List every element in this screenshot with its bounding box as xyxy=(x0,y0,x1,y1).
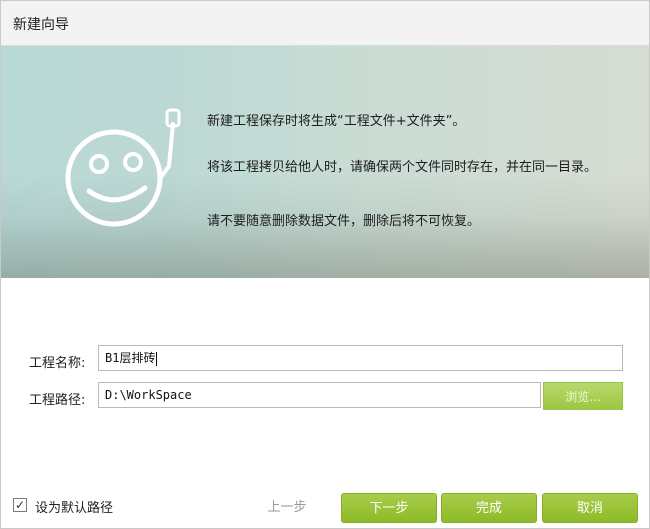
default-path-checkbox[interactable]: ✓ xyxy=(13,498,27,512)
new-project-wizard-dialog: 新建向导 新建工程保存时将生成“工程文件+文件夹”。 将该工程拷贝给他人时，请确… xyxy=(0,0,650,529)
title-bar: 新建向导 xyxy=(1,1,649,46)
tip-line: 将该工程拷贝给他人时，请确保两个文件同时存在，并在同一目录。 xyxy=(207,160,598,175)
window-title: 新建向导 xyxy=(13,17,69,33)
tip-line: 新建工程保存时将生成“工程文件+文件夹”。 xyxy=(207,114,466,129)
default-path-label: 设为默认路径 xyxy=(35,501,114,516)
project-path-label: 工程路径: xyxy=(29,393,86,408)
text-caret xyxy=(156,351,158,366)
finish-button[interactable]: 完成 xyxy=(441,493,537,523)
tip-line: 请不要随意删除数据文件，删除后将不可恢复。 xyxy=(207,214,481,229)
info-banner: 新建工程保存时将生成“工程文件+文件夹”。 将该工程拷贝给他人时，请确保两个文件… xyxy=(1,46,649,278)
smiley-robot-icon xyxy=(65,108,181,227)
cancel-button[interactable]: 取消 xyxy=(542,493,638,523)
project-path-input[interactable]: D:\WorkSpace xyxy=(98,382,541,408)
browse-button[interactable]: 浏览... xyxy=(543,382,623,410)
next-step-button[interactable]: 下一步 xyxy=(341,493,437,523)
project-name-label: 工程名称: xyxy=(29,356,86,371)
prev-step-button[interactable]: 上一步 xyxy=(239,493,335,523)
project-name-input[interactable]: B1层排砖 xyxy=(98,345,623,371)
